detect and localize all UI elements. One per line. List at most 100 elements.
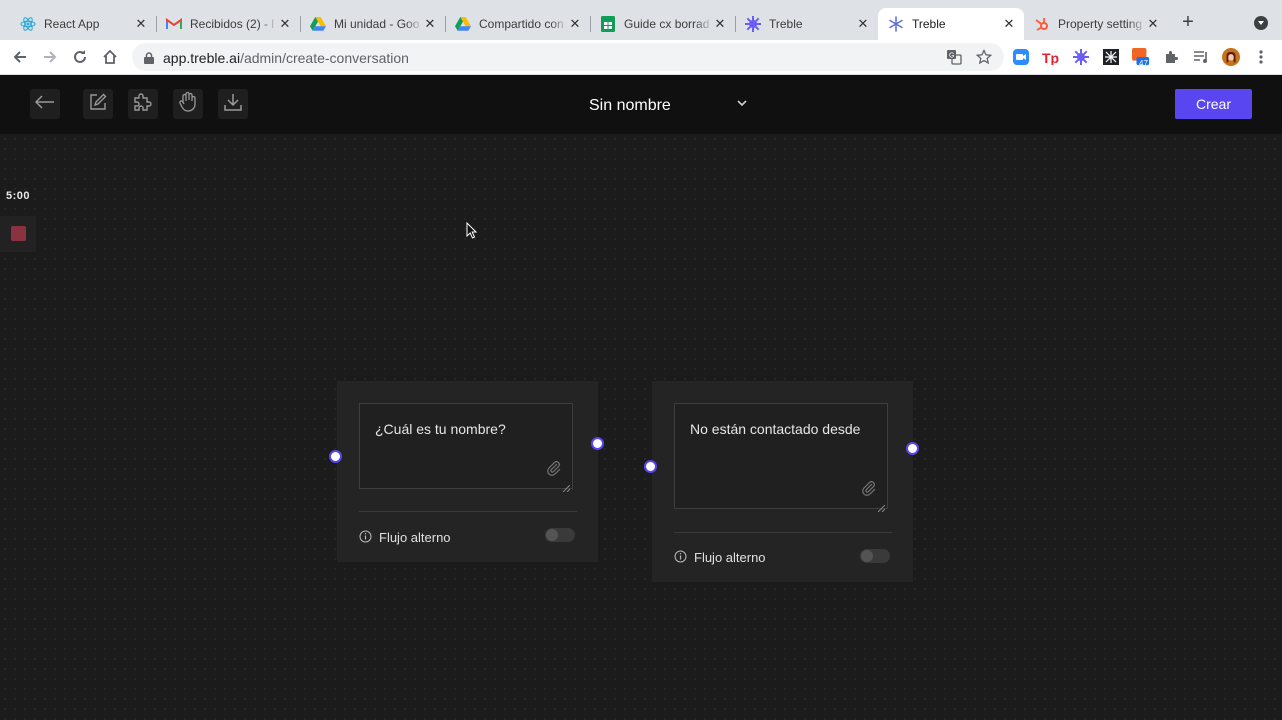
chevron-down-icon[interactable]	[736, 96, 748, 108]
tab-close-icon[interactable]: ✕	[713, 17, 727, 31]
tab-close-icon[interactable]: ✕	[568, 17, 582, 31]
alt-flow-label: Flujo alterno	[694, 550, 766, 565]
tab-title: Treble	[769, 17, 803, 31]
browser-tab[interactable]: Property setting ✕	[1024, 8, 1168, 40]
perplexity-extension-icon[interactable]	[1102, 48, 1120, 66]
download-button[interactable]	[218, 89, 248, 119]
tab-title: Mi unidad - Goo	[334, 17, 420, 31]
resize-handle-icon[interactable]	[562, 479, 571, 493]
message-textarea[interactable]: ¿Cuál es tu nombre?	[359, 403, 573, 493]
browser-tab-active[interactable]: Treble ✕	[878, 8, 1024, 40]
flow-canvas[interactable]: 5:00 ¿Cuál es tu nombre? Flujo alterno N…	[0, 134, 1282, 720]
app-header: Sin nombre Crear	[0, 75, 1282, 134]
react-icon	[20, 16, 36, 32]
recording-timer: 5:00	[6, 190, 31, 202]
tab-title: Recibidos (2) - l	[190, 17, 275, 31]
address-bar[interactable]: app.treble.ai/admin/create-conversation …	[132, 43, 1004, 71]
zoom-extension-icon[interactable]	[1012, 48, 1030, 66]
svg-text:G: G	[949, 53, 954, 60]
profile-avatar[interactable]	[1222, 48, 1240, 66]
toggle-knob	[861, 550, 873, 562]
message-text: ¿Cuál es tu nombre?	[375, 421, 506, 437]
download-icon	[223, 92, 243, 117]
create-button[interactable]: Crear	[1175, 89, 1252, 119]
tab-close-icon[interactable]: ✕	[423, 17, 437, 31]
output-connector-port[interactable]	[591, 437, 604, 450]
puzzle-extensions-icon[interactable]	[1162, 48, 1180, 66]
tab-close-icon[interactable]: ✕	[1146, 17, 1160, 31]
browser-tab[interactable]: Compartido con ✕	[445, 8, 590, 40]
tab-title: React App	[44, 17, 100, 31]
pan-tool-button[interactable]	[173, 89, 203, 119]
browser-tab-strip: React App ✕ Recibidos (2) - l ✕ Mi unida…	[0, 0, 1282, 40]
hubspot-icon	[1034, 16, 1050, 32]
alt-flow-toggle[interactable]	[545, 528, 575, 542]
tab-close-icon[interactable]: ✕	[856, 17, 870, 31]
back-arrow-icon	[34, 94, 55, 114]
lock-icon	[144, 51, 154, 69]
divider	[674, 532, 892, 533]
bookmark-star-icon[interactable]	[975, 48, 993, 70]
back-arrow-button[interactable]	[30, 89, 60, 119]
conversation-title[interactable]: Sin nombre	[589, 97, 671, 115]
google-sheets-icon	[600, 16, 616, 32]
extension-badge-count: 47	[1139, 59, 1148, 68]
output-connector-port[interactable]	[906, 442, 919, 455]
browser-tab[interactable]: React App ✕	[10, 8, 156, 40]
alt-flow-label: Flujo alterno	[379, 530, 451, 545]
info-icon	[359, 530, 372, 543]
message-node[interactable]: No están contactado desde Flujo alterno	[652, 381, 913, 582]
resize-handle-icon[interactable]	[877, 499, 886, 513]
google-drive-icon	[310, 16, 326, 32]
info-icon	[674, 550, 687, 563]
message-node[interactable]: ¿Cuál es tu nombre? Flujo alterno	[337, 381, 598, 562]
attachment-clip-icon[interactable]	[861, 480, 877, 496]
message-text: No están contactado desde	[690, 421, 861, 437]
hand-icon	[178, 91, 198, 118]
integrations-button[interactable]	[128, 89, 158, 119]
input-connector-port[interactable]	[329, 450, 342, 463]
tab-title: Treble	[912, 17, 946, 31]
browser-menu-icon[interactable]	[1252, 48, 1270, 66]
tab-close-icon[interactable]: ✕	[134, 17, 148, 31]
tab-close-icon[interactable]: ✕	[1002, 17, 1016, 31]
url-host: app.treble.ai	[163, 50, 241, 66]
browser-tab[interactable]: Recibidos (2) - l ✕	[156, 8, 300, 40]
back-button[interactable]	[10, 47, 30, 67]
input-connector-port[interactable]	[644, 460, 657, 473]
mouse-cursor-icon	[466, 221, 478, 245]
treble-extension-icon[interactable]	[1072, 48, 1090, 66]
message-textarea[interactable]: No están contactado desde	[674, 403, 888, 513]
stop-icon	[11, 226, 26, 241]
attachment-clip-icon[interactable]	[546, 460, 562, 476]
browser-toolbar: app.treble.ai/admin/create-conversation …	[0, 40, 1282, 75]
translate-icon[interactable]: G	[946, 49, 962, 70]
home-button[interactable]	[100, 47, 120, 67]
edit-icon	[88, 92, 108, 117]
divider	[359, 511, 577, 512]
svg-text:Tp: Tp	[1042, 50, 1059, 65]
stop-recording-button[interactable]	[0, 216, 36, 252]
reload-button[interactable]	[70, 47, 90, 67]
reading-list-icon[interactable]	[1192, 48, 1210, 66]
tab-search-icon[interactable]	[1254, 16, 1268, 30]
browser-tab[interactable]: Treble ✕	[735, 8, 878, 40]
treble-snowflake-icon	[888, 16, 904, 32]
puzzle-icon	[132, 91, 154, 118]
forward-button[interactable]	[40, 47, 60, 67]
tab-title: Guide cx borrad	[624, 17, 710, 31]
edit-button[interactable]	[83, 89, 113, 119]
tab-title: Property setting	[1058, 17, 1143, 31]
treble-icon	[745, 16, 761, 32]
alt-flow-toggle[interactable]	[860, 549, 890, 563]
google-drive-icon	[455, 16, 471, 32]
url-text: app.treble.ai/admin/create-conversation	[163, 50, 409, 66]
tab-close-icon[interactable]: ✕	[278, 17, 292, 31]
new-tab-button[interactable]: +	[1178, 12, 1198, 33]
tp-extension-icon[interactable]: Tp	[1042, 48, 1060, 66]
toggle-knob	[546, 529, 558, 541]
badge-extension-icon[interactable]: 47	[1132, 48, 1150, 68]
browser-tab[interactable]: Mi unidad - Goo ✕	[300, 8, 445, 40]
tab-title: Compartido con	[479, 17, 564, 31]
browser-tab[interactable]: Guide cx borrad ✕	[590, 8, 735, 40]
